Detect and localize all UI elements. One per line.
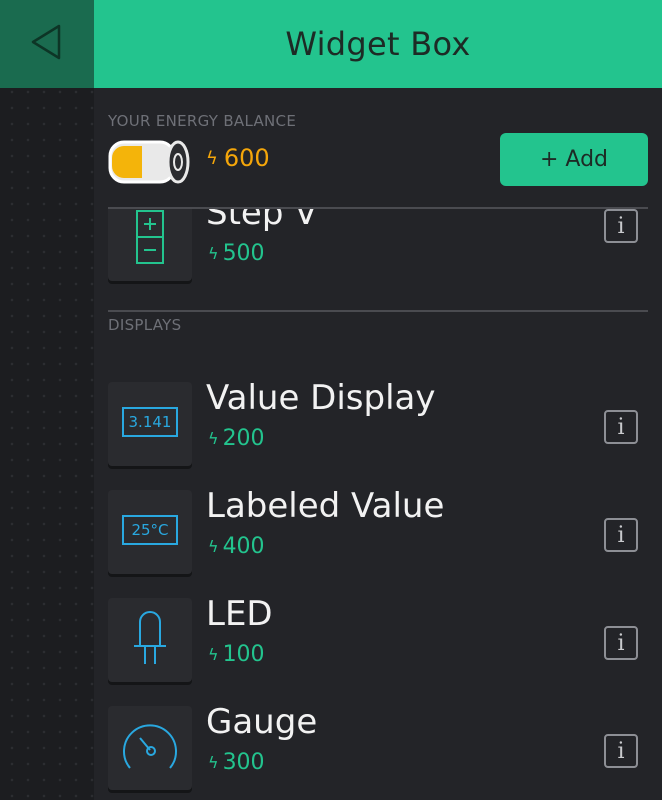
labeled-value-icon-text: 25°C [131,521,168,539]
gauge-icon [120,720,180,776]
bolt-icon: ϟ [208,753,219,772]
left-strip [0,0,94,800]
step-icon [135,209,165,269]
widget-cost-value: 100 [222,642,265,667]
step-widget-tile[interactable] [108,209,192,281]
info-button[interactable]: i [604,518,638,552]
widget-item-labeled-value[interactable]: 25°C Labeled Value ϟ 400 i [94,486,662,586]
widget-cost-value: 500 [222,241,265,266]
value-display-icon-text: 3.141 [129,413,172,431]
widget-cost: ϟ 300 [208,750,265,775]
widget-title: Value Display [206,378,436,418]
value-display-icon: 3.141 [122,407,178,441]
labeled-value-widget-tile[interactable]: 25°C [108,490,192,574]
back-arrow-icon [27,22,67,66]
add-energy-button[interactable]: + Add [500,133,648,186]
page-title: Widget Box [285,25,471,63]
back-button[interactable] [0,0,94,88]
info-button[interactable]: i [604,410,638,444]
divider [108,310,648,312]
widget-cost: ϟ 500 [208,241,265,266]
widget-cost-value: 200 [222,426,265,451]
widget-item-value-display[interactable]: 3.141 Value Display ϟ 200 i [94,378,662,478]
widget-panel: YOUR ENERGY BALANCE ϟ 600 + Add Step V ϟ… [94,88,662,800]
widget-cost: ϟ 200 [208,426,265,451]
labeled-value-icon: 25°C [122,515,178,549]
widget-item-led[interactable]: LED ϟ 100 i [94,594,662,694]
widget-cost: ϟ 100 [208,642,265,667]
gauge-widget-tile[interactable] [108,706,192,790]
bolt-icon: ϟ [208,537,219,556]
battery-icon [108,140,192,184]
widget-title: Labeled Value [206,486,445,526]
bolt-icon: ϟ [208,645,219,664]
widget-item-gauge[interactable]: Gauge ϟ 300 i [94,702,662,800]
value-display-widget-tile[interactable]: 3.141 [108,382,192,466]
info-button[interactable]: i [604,734,638,768]
widget-title: Step V [206,209,318,233]
list-clip: Step V ϟ 500 i [94,209,662,311]
led-icon [130,608,170,672]
widget-cost-value: 300 [222,750,265,775]
header: Widget Box [94,0,662,88]
section-label-displays: DISPLAYS [108,316,182,334]
widget-item-step[interactable]: Step V ϟ 500 i [94,209,662,293]
widget-cost-value: 400 [222,534,265,559]
led-widget-tile[interactable] [108,598,192,682]
energy-amount: 600 [223,144,270,172]
widget-title: LED [206,594,273,634]
bolt-icon: ϟ [206,147,218,169]
widget-title: Gauge [206,702,318,742]
energy-balance-label: YOUR ENERGY BALANCE [108,112,297,130]
info-button[interactable]: i [604,626,638,660]
info-button[interactable]: i [604,209,638,243]
bolt-icon: ϟ [208,429,219,448]
bolt-icon: ϟ [208,244,219,263]
widget-cost: ϟ 400 [208,534,265,559]
energy-balance-value: ϟ 600 [206,144,270,172]
